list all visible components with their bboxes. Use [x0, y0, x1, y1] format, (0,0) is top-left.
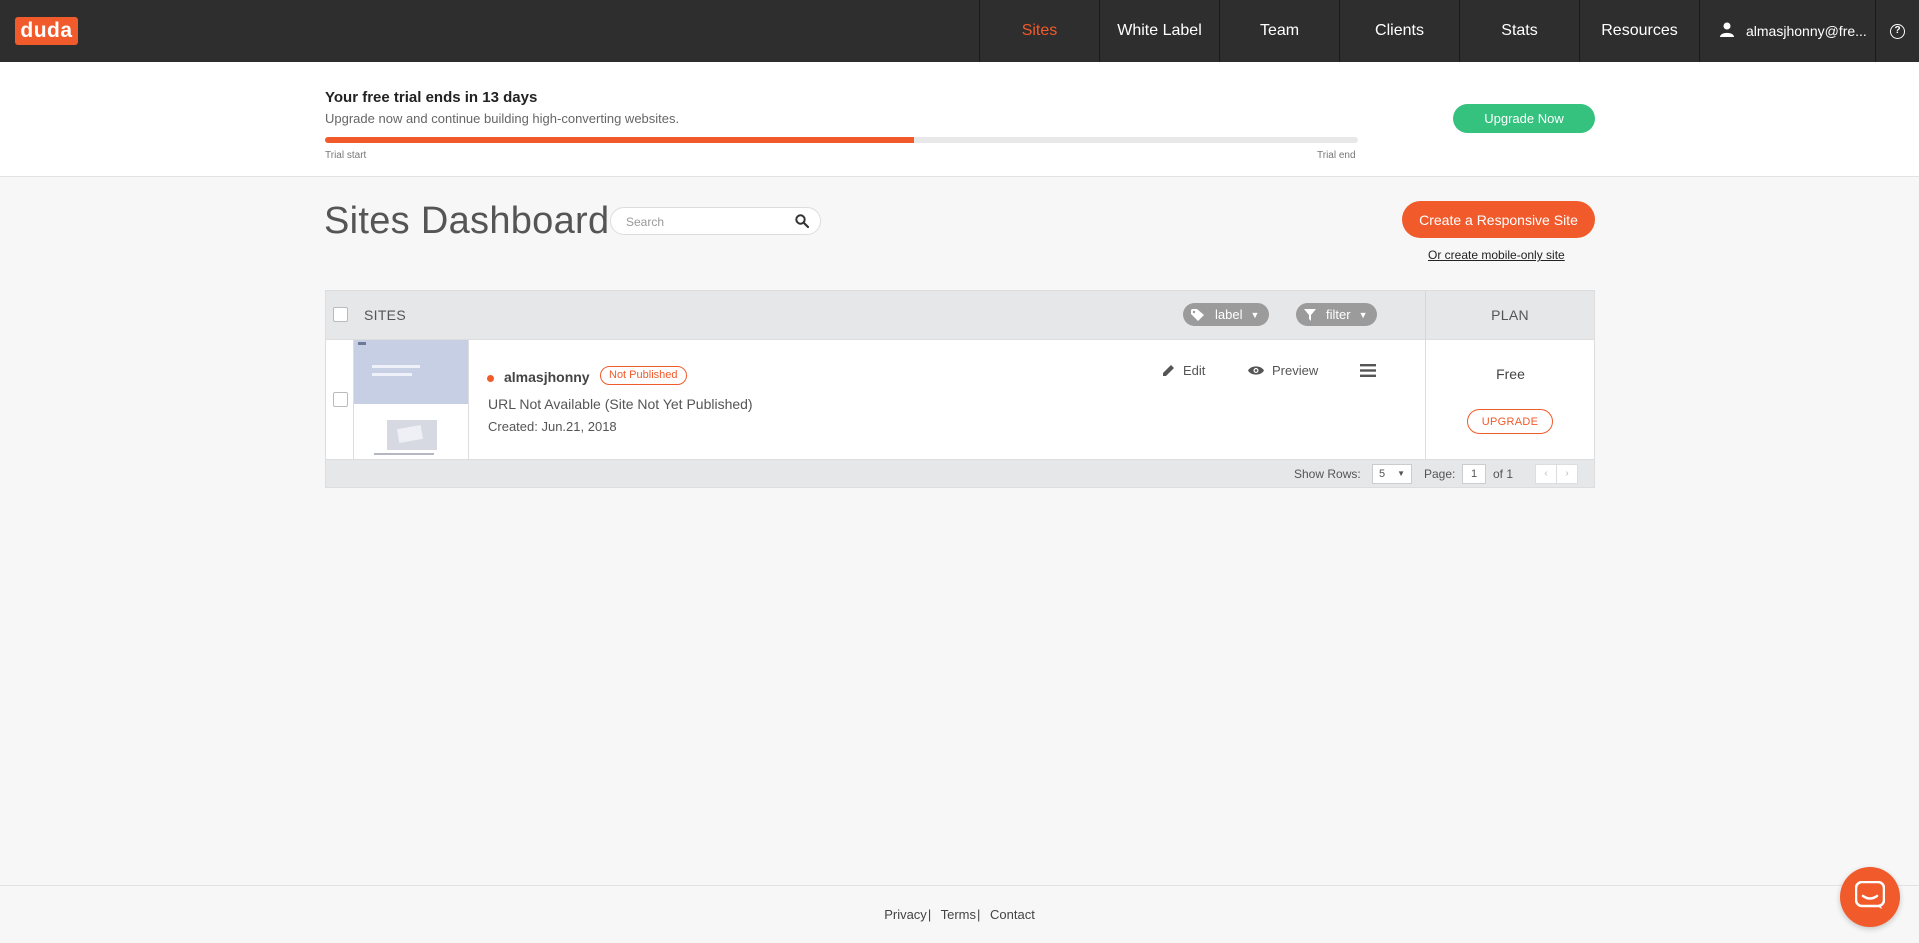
label-dropdown[interactable]: label ▼ — [1183, 303, 1270, 326]
page-label: Page: — [1424, 467, 1456, 481]
filter-dropdown-text: filter — [1326, 307, 1351, 322]
row-checkbox[interactable] — [333, 392, 348, 407]
trial-progress-bar — [325, 137, 1358, 143]
plan-name: Free — [1496, 366, 1525, 382]
page-count: of 1 — [1493, 467, 1514, 481]
privacy-link[interactable]: Privacy — [884, 907, 927, 922]
rows-per-page-value: 5 — [1379, 468, 1386, 480]
next-page-button[interactable]: › — [1556, 464, 1578, 484]
footer-links: Privacy| Terms| Contact — [0, 907, 1919, 922]
status-badge: Not Published — [600, 366, 687, 385]
nav-item-clients[interactable]: Clients — [1339, 0, 1459, 62]
table-pagination: Show Rows: 5 ▼ Page: 1 of 1 ‹ › — [326, 459, 1594, 487]
search-input[interactable] — [626, 213, 786, 231]
help-icon: ? — [1890, 23, 1905, 39]
table-row: almasjhonny Not Published URL Not Availa… — [326, 339, 1594, 459]
trial-start-label: Trial start — [325, 150, 367, 161]
nav-menu: Sites White Label Team Clients Stats Res… — [979, 0, 1919, 62]
column-header-plan: PLAN — [1425, 291, 1594, 339]
trial-end-label: Trial end — [1317, 150, 1356, 161]
create-responsive-site-button[interactable]: Create a Responsive Site — [1402, 201, 1595, 238]
nav-help[interactable]: ? — [1875, 0, 1919, 62]
rows-per-page-select[interactable]: 5 ▼ — [1372, 464, 1412, 484]
trial-subtitle: Upgrade now and continue building high-c… — [325, 111, 680, 126]
upgrade-now-button[interactable]: Upgrade Now — [1453, 104, 1595, 133]
nav-item-stats[interactable]: Stats — [1459, 0, 1579, 62]
search-box — [610, 207, 821, 235]
footer-separator: | — [927, 907, 932, 922]
page-title: Sites Dashboard — [324, 200, 610, 242]
create-mobile-site-link[interactable]: Or create mobile-only site — [1428, 248, 1565, 262]
top-nav: duda Sites White Label Team Clients Stat… — [0, 0, 1919, 62]
nav-item-white-label[interactable]: White Label — [1099, 0, 1219, 62]
edit-button[interactable]: Edit — [1162, 363, 1205, 378]
upgrade-site-button[interactable]: UPGRADE — [1467, 409, 1553, 434]
duda-logo[interactable]: duda — [15, 17, 78, 45]
pencil-icon — [1162, 364, 1175, 377]
footer-separator: | — [976, 907, 981, 922]
user-icon — [1720, 22, 1734, 40]
chat-launcher-button[interactable] — [1840, 867, 1900, 927]
trial-progress-fill — [325, 137, 914, 143]
trial-title: Your free trial ends in 13 days — [325, 89, 538, 106]
plan-cell: Free UPGRADE — [1425, 340, 1594, 459]
caret-down-icon: ▼ — [1358, 309, 1368, 320]
preview-button[interactable]: Preview — [1248, 363, 1318, 378]
label-dropdown-text: label — [1215, 307, 1243, 322]
chat-icon — [1854, 880, 1886, 914]
page-footer: Privacy| Terms| Contact — [0, 885, 1919, 943]
contact-link[interactable]: Contact — [990, 907, 1035, 922]
edit-label: Edit — [1183, 363, 1206, 378]
user-email: almasjhonny@fre... — [1746, 23, 1867, 39]
nav-item-sites[interactable]: Sites — [979, 0, 1099, 62]
site-url: URL Not Available (Site Not Yet Publishe… — [488, 396, 753, 412]
status-dot — [487, 375, 494, 382]
search-icon[interactable] — [795, 214, 810, 233]
filter-dropdown[interactable]: filter ▼ — [1296, 303, 1378, 326]
select-all-checkbox[interactable] — [333, 307, 348, 322]
site-name[interactable]: almasjhonny — [504, 369, 590, 385]
table-header: SITES label ▼ filter ▼ PLAN — [326, 291, 1594, 339]
page-number-input[interactable]: 1 — [1462, 464, 1486, 484]
site-created-date: Created: Jun.21, 2018 — [488, 419, 617, 434]
terms-link[interactable]: Terms — [941, 907, 976, 922]
tag-icon — [1191, 308, 1205, 321]
eye-icon — [1248, 365, 1264, 376]
preview-label: Preview — [1272, 363, 1319, 378]
prev-page-button[interactable]: ‹ — [1535, 464, 1557, 484]
sites-table: SITES label ▼ filter ▼ PLAN almasjhonny … — [325, 290, 1595, 488]
caret-down-icon: ▼ — [1397, 469, 1405, 478]
show-rows-label: Show Rows: — [1294, 467, 1361, 481]
nav-item-resources[interactable]: Resources — [1579, 0, 1699, 62]
column-header-sites: SITES — [364, 307, 406, 323]
site-thumbnail[interactable] — [353, 340, 469, 459]
hamburger-menu-icon[interactable] — [1360, 364, 1376, 382]
filter-icon — [1304, 308, 1316, 321]
nav-item-team[interactable]: Team — [1219, 0, 1339, 62]
trial-banner: Your free trial ends in 13 days Upgrade … — [0, 62, 1919, 177]
nav-user-menu[interactable]: almasjhonny@fre... — [1699, 0, 1875, 62]
caret-down-icon: ▼ — [1250, 309, 1260, 320]
